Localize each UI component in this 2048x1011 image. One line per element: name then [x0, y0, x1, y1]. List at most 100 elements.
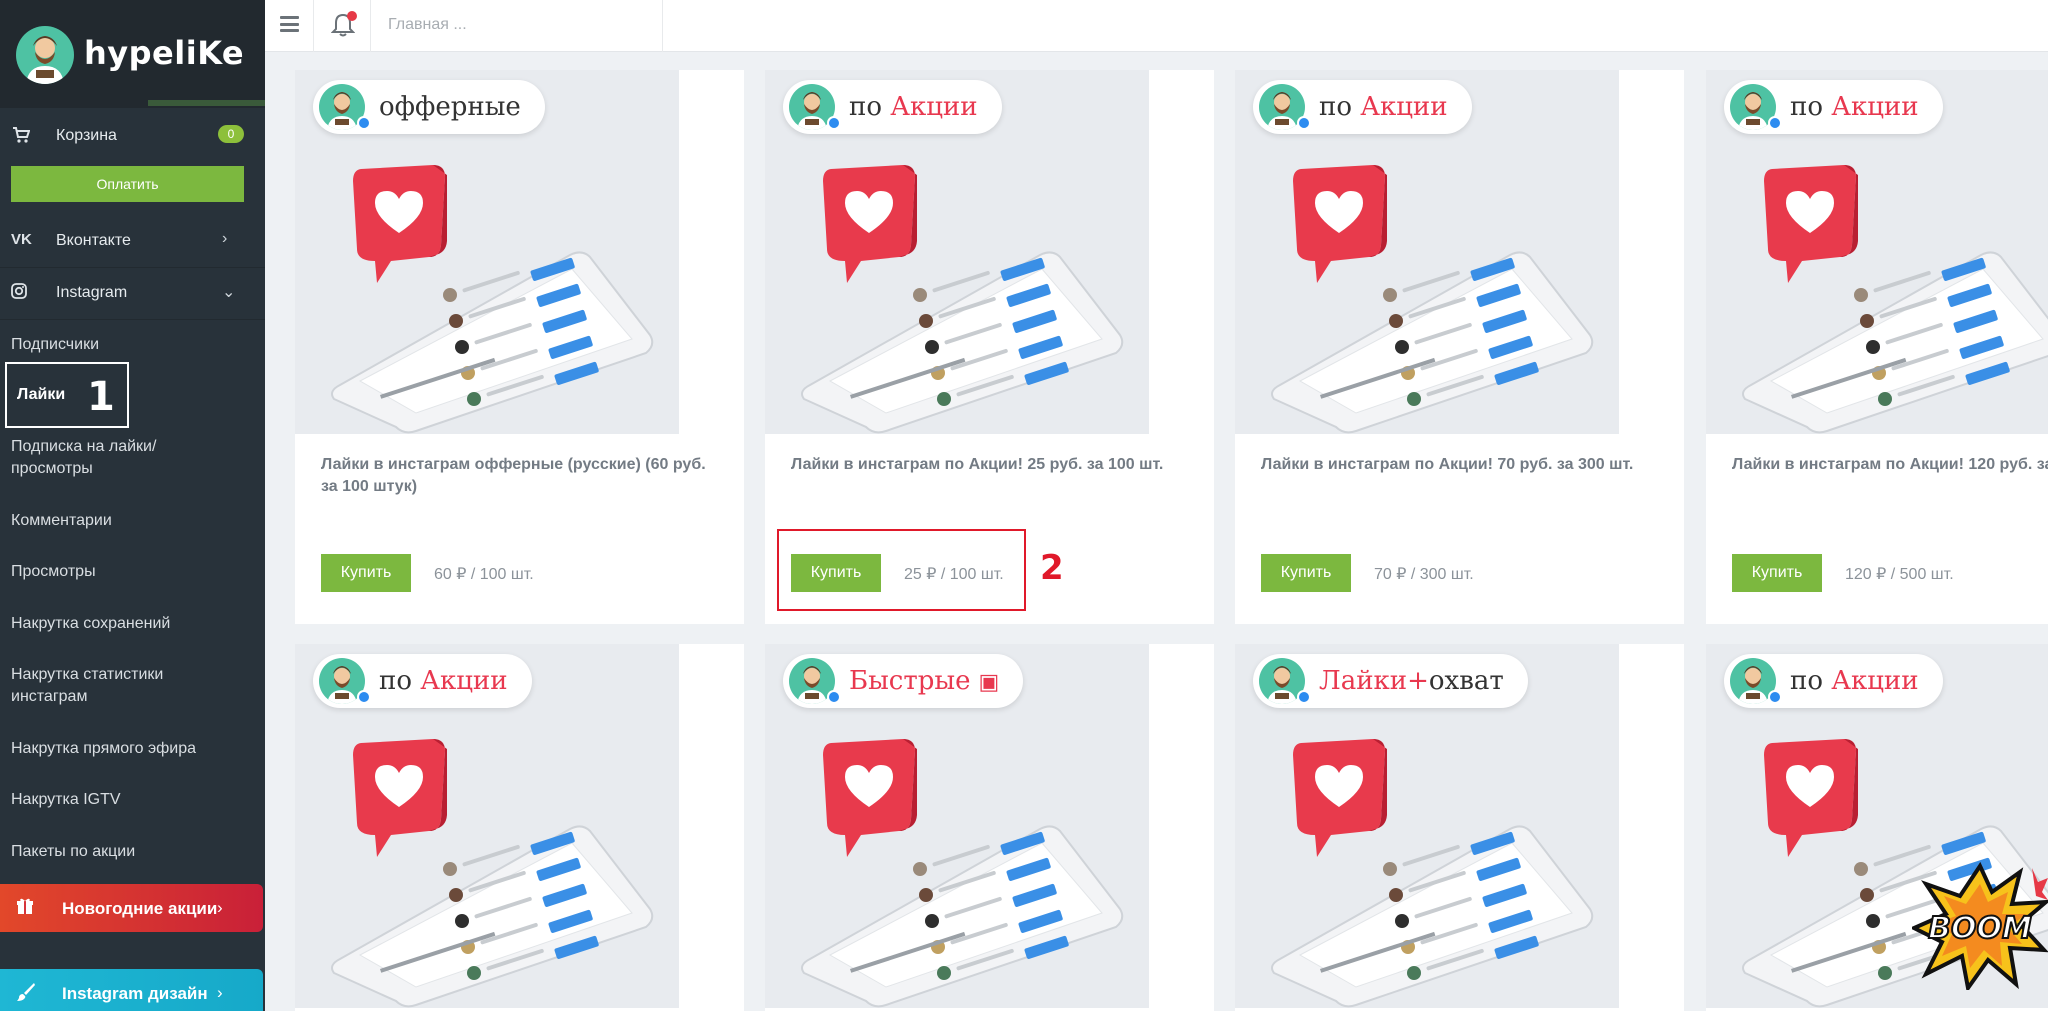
divider: [370, 0, 371, 52]
sidebar-subitem-label: Лайки: [17, 386, 66, 403]
instagram-icon: [11, 283, 33, 303]
step-marker-2: 2: [1040, 548, 1064, 588]
plus-icon: [1297, 116, 1311, 130]
chevron-down-icon: ⌄: [222, 284, 236, 301]
promo-new-year[interactable]: Новогодние акции ›: [0, 884, 263, 932]
pay-button[interactable]: Оплатить: [11, 166, 244, 202]
product-title[interactable]: Лайки в инстаграм по Акции! 70 руб. за 3…: [1261, 454, 1661, 476]
plus-icon: [357, 116, 371, 130]
product-image[interactable]: по Акции: [1706, 70, 2048, 434]
chevron-right-icon: ›: [222, 230, 228, 247]
logo-text: hypeliKe: [84, 34, 245, 72]
product-image[interactable]: по Акции: [295, 644, 679, 1008]
sidebar-subitem-saves[interactable]: Накрутка сохранений: [11, 613, 170, 635]
badge-tail-text: охват: [1428, 666, 1504, 696]
badge-accent-text: Акции: [890, 92, 978, 122]
product-image[interactable]: Лайки+охват: [1235, 644, 1619, 1008]
product-image[interactable]: Быстрые ▣: [765, 644, 1149, 1008]
cart-icon: [12, 126, 31, 144]
product-badge: по Акции: [783, 80, 1002, 134]
cart-link[interactable]: Корзина 0: [0, 116, 265, 156]
phone-mockup: [320, 235, 660, 434]
promo-label: Instagram дизайн: [62, 984, 208, 1003]
app-window: hypeliKe Корзина 0 Оплатить VK Вконтакте…: [0, 0, 2048, 1011]
product-image[interactable]: по Акции: [1235, 70, 1619, 434]
product-badge: Лайки+охват: [1253, 654, 1528, 708]
plus-icon: [1768, 116, 1782, 130]
sidebar-item-label: Instagram: [56, 284, 128, 301]
product-grid: офферные Лайки в инстаграм офферные (русс…: [295, 70, 2048, 1011]
product-image[interactable]: офферные: [295, 70, 679, 434]
product-card: офферные Лайки в инстаграм офферные (русс…: [295, 70, 744, 624]
plus-icon: [827, 116, 841, 130]
buy-button[interactable]: Купить: [1732, 554, 1822, 592]
plus-icon: [357, 690, 371, 704]
sidebar-item-vkontakte[interactable]: VK Вконтакте ›: [0, 216, 265, 268]
product-price: 70 ₽ / 300 шт.: [1374, 566, 1474, 583]
sidebar-subitem-like-subscription[interactable]: Подписка на лайки/ просмотры: [11, 436, 211, 480]
phone-mockup: [320, 809, 660, 1008]
badge-accent-text: Акции: [1831, 666, 1919, 696]
product-card: по Акции Лайки в инстаграм по Акции! 70 р…: [1235, 70, 1684, 624]
cart-count-badge: 0: [218, 125, 244, 143]
chevron-right-icon: ›: [217, 898, 223, 917]
step-marker-1: 1: [87, 374, 115, 420]
sidebar-subitem-views[interactable]: Просмотры: [11, 561, 96, 583]
badge-accent-text: Быстрые: [849, 666, 971, 696]
product-badge: офферные: [313, 80, 545, 134]
topbar: Главная ...: [265, 0, 2048, 52]
product-card: по Акции Лайки в инстаграм по Акции! 120 …: [1706, 70, 2048, 624]
product-title[interactable]: Лайки в инстаграм по Акции! 25 руб. за 1…: [791, 454, 1191, 476]
badge-accent-text: Лайки+: [1319, 666, 1429, 696]
breadcrumb[interactable]: Главная ...: [388, 16, 467, 34]
hamburger-menu-icon[interactable]: [280, 16, 299, 32]
sidebar-subitem-comments[interactable]: Комментарии: [11, 510, 112, 532]
fire-truck-icon: ▣: [978, 670, 1000, 695]
phone-mockup: [1731, 235, 2048, 434]
badge-text: офферные: [379, 92, 521, 122]
buy-button[interactable]: Купить: [1261, 554, 1351, 592]
badge-accent-text: Акции: [420, 666, 508, 696]
sidebar-subitem-igtv[interactable]: Накрутка IGTV: [11, 789, 121, 811]
product-card: Быстрые ▣: [765, 644, 1214, 1011]
promo-instagram-design[interactable]: Instagram дизайн ›: [0, 969, 263, 1011]
vk-icon: VK: [11, 231, 32, 248]
phone-mockup: [790, 809, 1130, 1008]
badge-text: по: [1790, 666, 1832, 696]
product-badge: по Акции: [1724, 654, 1943, 708]
brush-icon: [16, 982, 36, 1007]
badge-text: по: [379, 666, 421, 696]
sidebar-item-instagram[interactable]: Instagram ⌄: [0, 268, 265, 320]
product-badge: по Акции: [1253, 80, 1472, 134]
svg-text:BOOM: BOOM: [1928, 911, 2032, 946]
badge-text: по: [1319, 92, 1361, 122]
sidebar-subitem-followers[interactable]: Подписчики: [11, 334, 99, 356]
plus-icon: [1297, 690, 1311, 704]
product-badge: по Акции: [313, 654, 532, 708]
chevron-right-icon: ›: [217, 983, 223, 1002]
product-title[interactable]: Лайки в инстаграм по Акции! 120 руб. за …: [1732, 454, 2048, 476]
gift-icon: [16, 897, 34, 920]
divider: [662, 0, 663, 52]
logo-avatar: [16, 26, 74, 84]
product-card: Лайки+охват: [1235, 644, 1684, 1011]
buy-button[interactable]: Купить: [321, 554, 411, 592]
sidebar-subitem-likes-active[interactable]: Лайки 1: [5, 362, 129, 428]
plus-icon: [1768, 690, 1782, 704]
phone-mockup: [1260, 809, 1600, 1008]
sidebar-subitem-statistics[interactable]: Накрутка статистики инстаграм: [11, 664, 211, 708]
logo-accent-bar: [148, 100, 265, 106]
product-price: 120 ₽ / 500 шт.: [1845, 566, 1954, 583]
boom-sticker: BOOM: [1909, 861, 2048, 993]
sidebar: hypeliKe Корзина 0 Оплатить VK Вконтакте…: [0, 0, 265, 1011]
logo[interactable]: hypeliKe: [0, 0, 265, 108]
plus-icon: [827, 690, 841, 704]
promo-label: Новогодние акции: [62, 899, 218, 918]
phone-mockup: [790, 235, 1130, 434]
product-card: по Акции: [295, 644, 744, 1011]
product-image[interactable]: по Акции: [765, 70, 1149, 434]
sidebar-subitem-live[interactable]: Накрутка прямого эфира: [11, 738, 196, 760]
notification-dot: [347, 11, 357, 21]
product-title[interactable]: Лайки в инстаграм офферные (русские) (60…: [321, 454, 721, 498]
sidebar-subitem-packages[interactable]: Пакеты по акции: [11, 841, 135, 863]
